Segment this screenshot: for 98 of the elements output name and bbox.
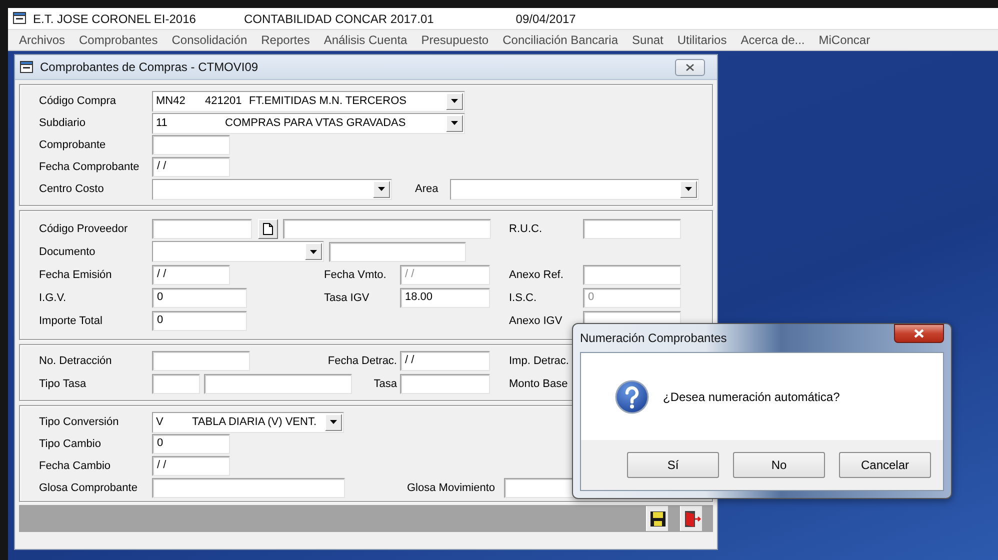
window-title: Comprobantes de Compras - CTMOVI09 <box>40 60 260 74</box>
dropdown-arrow-button[interactable] <box>446 114 463 132</box>
dropdown-field[interactable] <box>152 241 324 262</box>
field-label: Tasa <box>372 378 398 390</box>
field-label: Anexo Ref. <box>509 268 564 280</box>
field-label: Fecha Vmto. <box>324 268 388 280</box>
app-title: CONTABILIDAD CONCAR 2017.01 <box>244 12 434 26</box>
caret-icon <box>378 187 385 191</box>
input-field[interactable] <box>329 242 466 262</box>
field-label: Area <box>415 183 440 195</box>
menu-item[interactable]: Sunat <box>632 33 664 47</box>
caret-icon <box>310 250 317 254</box>
save-icon <box>650 510 666 526</box>
dialog-button[interactable]: Cancelar <box>839 452 931 478</box>
menu-item[interactable]: Comprobantes <box>79 33 158 47</box>
input-field[interactable]: / / <box>400 350 490 370</box>
input-field[interactable]: 0 <box>152 310 247 330</box>
dropdown-arrow-button[interactable] <box>680 180 697 198</box>
field-label: Documento <box>39 246 96 258</box>
field-label: I.G.V. <box>39 292 68 304</box>
save-button[interactable] <box>646 506 668 531</box>
input-field[interactable] <box>583 264 681 284</box>
field-label: Código Proveedor <box>39 222 129 234</box>
field-label: Imp. Detrac. <box>509 354 570 366</box>
field-label: Tipo Tasa <box>39 378 88 390</box>
input-field[interactable]: 0 <box>152 434 230 454</box>
field-label: Tipo Cambio <box>39 438 102 450</box>
field-label: Fecha Comprobante <box>39 161 140 173</box>
caret-icon <box>451 121 458 125</box>
input-field[interactable] <box>283 218 491 238</box>
caret-icon <box>451 99 458 103</box>
dropdown-arrow-button[interactable] <box>373 180 390 198</box>
menu-item[interactable]: Archivos <box>19 33 66 47</box>
field-label: R.U.C. <box>509 222 543 234</box>
dropdown-field[interactable]: 11 COMPRAS PARA VTAS GRAVADAS <box>152 112 465 134</box>
caret-icon <box>685 187 692 191</box>
question-icon <box>615 380 649 414</box>
app-title: 09/04/2017 <box>516 12 576 26</box>
field-label: I.S.C. <box>509 292 538 304</box>
input-field[interactable] <box>204 374 352 394</box>
input-field[interactable] <box>152 218 252 238</box>
input-field[interactable]: / / <box>152 157 230 177</box>
input-field[interactable]: / / <box>152 456 230 476</box>
dialog-button[interactable]: No <box>733 452 825 478</box>
field-label: Tasa IGV <box>324 292 370 304</box>
input-field[interactable] <box>152 374 200 394</box>
field-label: Centro Costo <box>39 183 105 195</box>
close-icon <box>914 329 924 338</box>
dialog-message: ¿Desea numeración automática? <box>663 390 840 404</box>
menu-item[interactable]: Análisis Cuenta <box>324 33 408 47</box>
window-icon <box>13 12 27 25</box>
menu-item[interactable]: Presupuesto <box>421 33 489 47</box>
window-icon <box>20 60 34 74</box>
field-label: Fecha Emisión <box>39 268 113 280</box>
menu-item[interactable]: Conciliación Bancaria <box>502 33 618 47</box>
lookup-button[interactable] <box>258 218 278 238</box>
document-icon <box>263 222 273 234</box>
input-field[interactable] <box>152 478 345 498</box>
field-label: Comprobante <box>39 139 107 151</box>
exit-button[interactable] <box>680 506 702 531</box>
field-label: Fecha Cambio <box>39 460 112 472</box>
field-label: Anexo IGV <box>509 314 564 326</box>
menu-item[interactable]: Reportes <box>261 33 310 47</box>
dropdown-arrow-button[interactable] <box>446 92 463 110</box>
field-label: Código Compra <box>39 95 118 107</box>
input-field[interactable]: 0 <box>152 288 247 308</box>
app-title: E.T. JOSE CORONEL EI-2016 <box>33 12 196 26</box>
field-label: Importe Total <box>39 314 104 326</box>
caret-icon <box>330 420 337 424</box>
field-label: Tipo Conversión <box>39 416 120 428</box>
dropdown-arrow-button[interactable] <box>305 243 322 260</box>
menu-item[interactable]: Utilitarios <box>677 33 727 47</box>
dropdown-field[interactable]: MN42 421201 FT.EMITIDAS M.N. TERCEROS <box>152 90 465 112</box>
close-button[interactable] <box>675 58 705 76</box>
input-field[interactable]: 18.00 <box>400 288 490 308</box>
close-icon <box>686 64 694 70</box>
input-field[interactable] <box>152 350 250 370</box>
dialog-title: Numeración Comprobantes <box>580 331 727 345</box>
field-label: Monto Base <box>509 378 569 390</box>
input-field[interactable] <box>400 374 490 394</box>
dropdown-field[interactable] <box>450 178 699 200</box>
menu-item[interactable]: Acerca de... <box>740 33 805 47</box>
door-icon <box>682 510 700 528</box>
field-label: Glosa Movimiento <box>407 482 496 494</box>
input-field[interactable]: / / <box>152 264 230 284</box>
field-label: No. Detracción <box>39 354 113 366</box>
dropdown-field[interactable]: V TABLA DIARIA (V) VENT. <box>152 412 344 432</box>
field-label: Subdiario <box>39 117 86 129</box>
field-label: Fecha Detrac. <box>326 354 398 366</box>
field-label: Glosa Comprobante <box>39 482 138 494</box>
menu-item[interactable]: Consolidación <box>172 33 248 47</box>
input-field[interactable] <box>583 218 681 238</box>
dialog-button[interactable]: Sí <box>627 452 719 478</box>
dropdown-arrow-button[interactable] <box>325 414 342 430</box>
input-field[interactable] <box>152 135 230 155</box>
dropdown-field[interactable] <box>152 178 392 200</box>
close-button[interactable] <box>894 324 944 343</box>
menu-item[interactable]: MiConcar <box>818 33 870 47</box>
